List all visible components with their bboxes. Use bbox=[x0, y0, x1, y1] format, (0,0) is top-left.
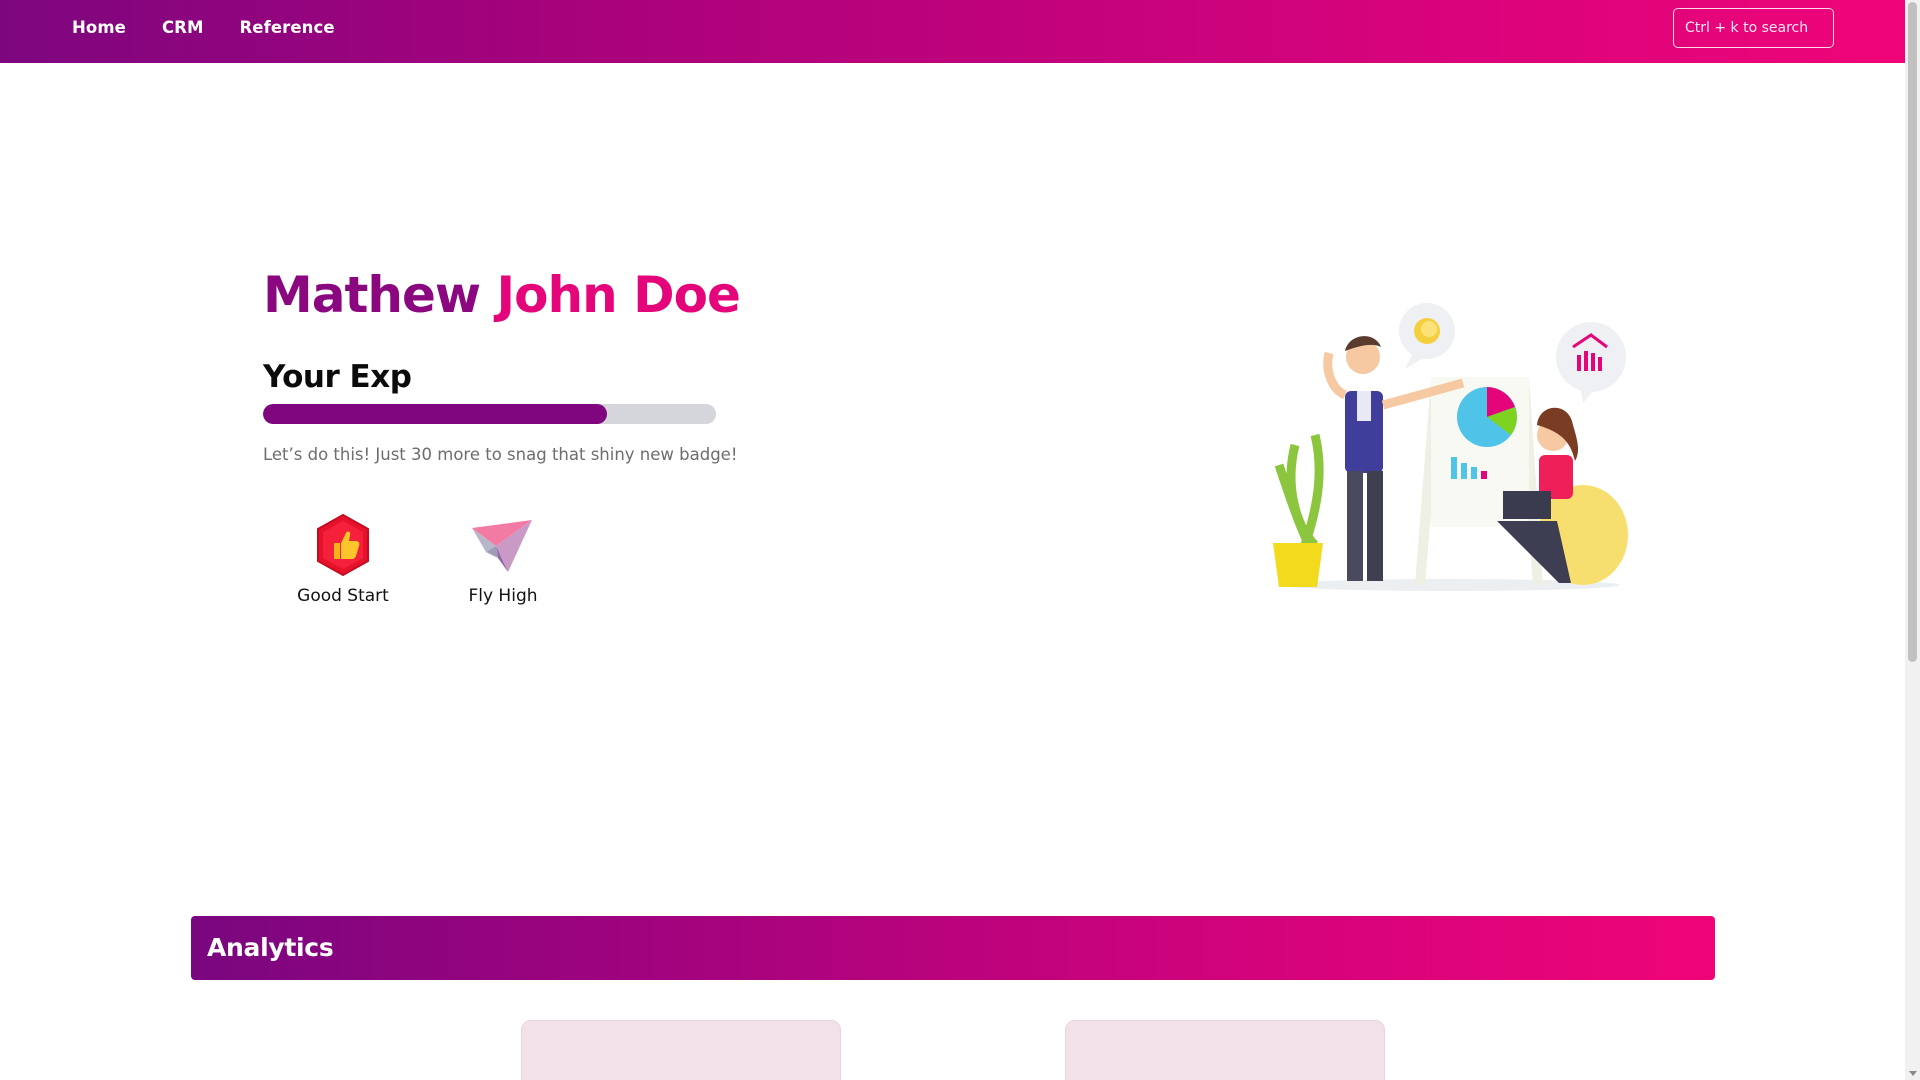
scrollbar-thumb[interactable] bbox=[1908, 2, 1917, 662]
user-last-name: John Doe bbox=[496, 266, 741, 324]
main-nav: Home CRM Reference bbox=[72, 16, 335, 40]
thumbs-up-hexagon-icon bbox=[317, 513, 369, 577]
badge-fly-high[interactable]: Fly High bbox=[423, 512, 583, 608]
scroll-down-arrow-icon[interactable] bbox=[1909, 1071, 1917, 1076]
exp-progress-fill bbox=[263, 404, 608, 424]
nav-crm-link[interactable]: CRM bbox=[162, 16, 204, 40]
exp-title: Your Exp bbox=[263, 359, 412, 395]
paper-plane-icon bbox=[472, 520, 532, 572]
badge-good-start[interactable]: Good Start bbox=[263, 512, 423, 608]
user-first-name: Mathew bbox=[263, 266, 481, 324]
analytics-card bbox=[521, 1020, 841, 1080]
team-analytics-illustration bbox=[1273, 303, 1628, 591]
user-name-heading: Mathew John Doe bbox=[263, 265, 741, 325]
badge-good-start-label: Good Start bbox=[297, 586, 389, 606]
page-scrollbar[interactable] bbox=[1905, 0, 1920, 1080]
analytics-title: Analytics bbox=[207, 933, 334, 962]
exp-progress-bar bbox=[263, 404, 716, 424]
nav-home-link[interactable]: Home bbox=[72, 16, 126, 40]
nav-reference-link[interactable]: Reference bbox=[239, 16, 334, 40]
analytics-card bbox=[1065, 1020, 1385, 1080]
badge-fly-high-label: Fly High bbox=[468, 586, 538, 606]
analytics-header: Analytics bbox=[191, 916, 1715, 980]
search-input[interactable] bbox=[1673, 8, 1834, 48]
exp-message: Let’s do this! Just 30 more to snag that… bbox=[263, 445, 738, 464]
top-navbar: Home CRM Reference bbox=[0, 0, 1905, 63]
